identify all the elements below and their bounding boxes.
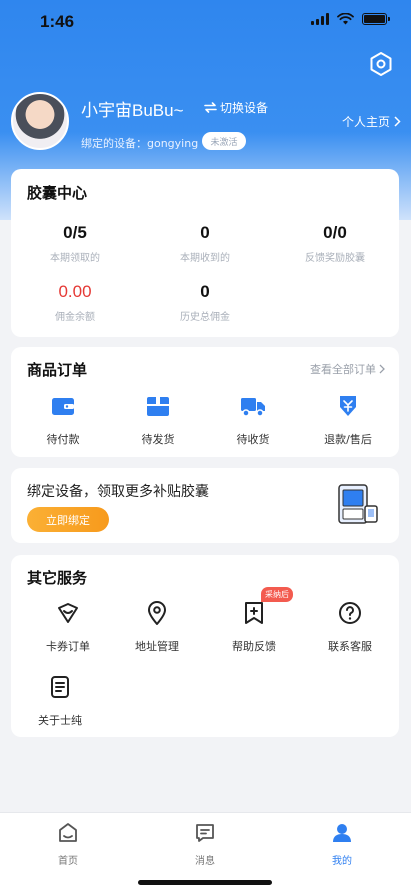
service-customer-support[interactable]: 联系客服 — [305, 600, 395, 654]
stat-label: 本期收到的 — [180, 253, 230, 264]
refund-icon — [340, 396, 356, 416]
package-icon — [147, 397, 169, 416]
status-time: 1:46 — [40, 12, 75, 31]
order-pending-shipment[interactable]: 待发货 — [123, 394, 193, 447]
bind-device-promo-text: 绑定设备，领取更多补贴胶囊 — [27, 484, 209, 500]
username: 小宇宙BuBu~ — [81, 101, 184, 120]
switch-device-label: 切换设备 — [220, 101, 269, 115]
switch-arrows-icon — [204, 102, 217, 113]
stat-label: 本期领取的 — [50, 253, 100, 264]
profile-section: 小宇宙BuBu~ 切换设备 绑定的设备：gongying 未激活 个人主页 — [11, 92, 401, 162]
tab-label: 首页 — [58, 856, 78, 867]
personal-homepage-link[interactable]: 个人主页 — [342, 113, 401, 130]
bind-device-banner: 绑定设备，领取更多补贴胶囊 立即绑定 — [11, 468, 399, 543]
order-item-label: 待收货 — [236, 433, 270, 446]
coupon-icon — [58, 603, 78, 623]
chevron-right-icon — [379, 364, 385, 374]
wallet-icon — [52, 398, 74, 415]
service-label: 关于士纯 — [38, 714, 82, 727]
order-item-label: 待付款 — [46, 433, 80, 446]
device-illustration-icon — [338, 484, 378, 524]
switch-device-button[interactable]: 切换设备 — [204, 99, 268, 116]
home-icon — [59, 823, 77, 842]
stat-received-this-period[interactable]: 0/5 本期领取的 — [15, 223, 135, 264]
service-about[interactable]: 关于士纯 — [15, 674, 105, 728]
tab-home[interactable]: 首页 — [28, 822, 108, 867]
capsule-center-title: 胶囊中心 — [27, 184, 88, 202]
feedback-icon — [245, 602, 263, 624]
order-item-label: 退款/售后 — [324, 433, 372, 446]
battery-icon — [362, 13, 390, 25]
stat-commission-balance[interactable]: 0.00 佣金余额 — [15, 282, 135, 323]
service-coupon-orders[interactable]: 卡券订单 — [23, 600, 113, 654]
location-icon — [148, 601, 166, 625]
stat-value: 0/5 — [63, 223, 87, 242]
personal-homepage-label: 个人主页 — [341, 115, 390, 129]
orders-card: 商品订单 查看全部订单 待付款 待发货 待收货 退款/售后 — [11, 347, 399, 457]
settings-button[interactable] — [367, 50, 395, 78]
service-label: 联系客服 — [328, 640, 372, 653]
avatar[interactable] — [11, 92, 69, 150]
order-pending-receipt[interactable]: 待收货 — [218, 394, 288, 447]
service-label: 卡券订单 — [46, 640, 90, 653]
stat-value: 0.00 — [58, 282, 92, 301]
stat-value: 0/0 — [323, 223, 347, 242]
order-pending-payment[interactable]: 待付款 — [28, 394, 98, 447]
feedback-reward-badge: 采纳后 — [261, 587, 293, 602]
order-refund-aftersale[interactable]: 退款/售后 — [313, 394, 383, 447]
view-all-orders-link[interactable]: 查看全部订单 — [310, 361, 385, 377]
order-item-label: 待发货 — [141, 433, 175, 446]
stat-label: 历史总佣金 — [180, 312, 230, 323]
service-label: 帮助反馈 — [232, 640, 276, 653]
stat-feedback-reward[interactable]: 0/0 反馈奖励胶囊 — [275, 223, 395, 264]
tab-label: 我的 — [332, 856, 352, 867]
service-label: 地址管理 — [135, 640, 179, 653]
stat-value: 0 — [200, 223, 210, 242]
settings-hex-icon — [370, 52, 392, 76]
other-services-title: 其它服务 — [27, 569, 88, 587]
profile-icon — [333, 824, 351, 842]
stat-label: 佣金余额 — [55, 312, 95, 323]
chevron-right-icon — [394, 116, 401, 127]
device-status-badge: 未激活 — [202, 132, 246, 150]
other-services-card: 其它服务 卡券订单 地址管理 帮助反馈 采纳后 联系客服 关于士纯 — [11, 555, 399, 737]
stat-total-commission[interactable]: 0 历史总佣金 — [145, 282, 265, 323]
status-icons — [311, 13, 390, 25]
capsule-center-card: 胶囊中心 0/5 本期领取的 0 本期收到的 0/0 反馈奖励胶囊 0.00 佣… — [11, 169, 399, 337]
tab-label: 消息 — [195, 856, 215, 867]
status-bar: 1:46 — [0, 0, 411, 46]
stat-label: 反馈奖励胶囊 — [305, 253, 365, 264]
document-icon — [51, 676, 69, 698]
service-address-management[interactable]: 地址管理 — [112, 600, 202, 654]
truck-icon — [241, 398, 265, 417]
home-indicator — [138, 880, 272, 885]
wifi-icon — [337, 13, 354, 25]
signal-icon — [311, 13, 329, 25]
stat-value: 0 — [200, 282, 210, 301]
help-icon — [339, 602, 361, 624]
bound-device-label: 绑定的设备：gongying — [81, 137, 199, 150]
stat-got-this-period[interactable]: 0 本期收到的 — [145, 223, 265, 264]
tab-messages[interactable]: 消息 — [165, 822, 245, 867]
orders-title: 商品订单 — [27, 361, 88, 379]
tab-mine[interactable]: 我的 — [302, 822, 382, 867]
service-help-feedback[interactable]: 帮助反馈 采纳后 — [209, 587, 299, 654]
message-icon — [196, 824, 214, 842]
bind-now-button[interactable]: 立即绑定 — [27, 507, 109, 532]
view-all-orders-label: 查看全部订单 — [310, 363, 376, 376]
